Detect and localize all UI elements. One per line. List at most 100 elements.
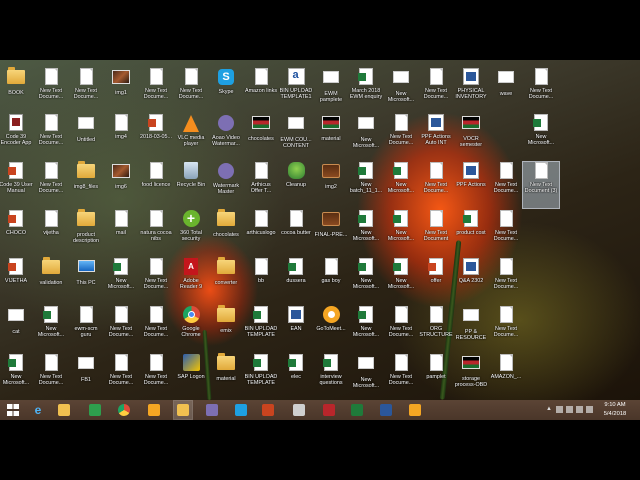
desktop-icon[interactable]: offer xyxy=(418,258,454,304)
desktop-icon[interactable]: New Microsoft... xyxy=(383,68,419,114)
desktop-icon[interactable]: natura cocoa nibs xyxy=(138,210,174,256)
desktop-icon[interactable]: New Microsoft... xyxy=(0,354,34,400)
desktop-icon[interactable]: New Microsoft... xyxy=(348,210,384,256)
desktop-icon[interactable]: product description xyxy=(68,209,104,256)
start-button[interactable] xyxy=(4,401,22,419)
desktop-icon[interactable]: S Skype xyxy=(208,68,244,114)
taskbar-gotomeeting-2[interactable] xyxy=(406,401,424,419)
desktop-icon[interactable]: +360 Total security xyxy=(173,210,209,256)
desktop-icon[interactable]: New Text Docume... xyxy=(103,306,139,352)
desktop-icon[interactable]: New Text Docume... xyxy=(33,114,69,160)
desktop-icon[interactable]: GoToMeet... xyxy=(313,306,349,352)
desktop-icon[interactable]: New Microsoft... xyxy=(383,210,419,256)
desktop-icon[interactable]: New Text Docume... xyxy=(68,68,104,114)
desktop[interactable]: BOOK New Text Docume... New Text Docume...… xyxy=(0,60,640,400)
desktop-icon[interactable]: img1 xyxy=(103,68,139,114)
desktop-icon[interactable]: New Text Docume... xyxy=(523,68,559,114)
desktop-icon[interactable]: New Text Docume... xyxy=(33,162,69,208)
volume-icon[interactable] xyxy=(566,406,573,413)
desktop-icon[interactable]: New Text Docume... xyxy=(488,210,524,256)
desktop-icon[interactable]: PPF Actions Auto INT xyxy=(418,114,454,160)
desktop-icon[interactable]: New batch_11_1... xyxy=(348,162,384,208)
desktop-icon[interactable]: New Text Document xyxy=(418,210,454,256)
desktop-icon[interactable]: Amazon links xyxy=(243,68,279,114)
desktop-icon[interactable]: VOCR semester xyxy=(453,114,489,160)
network-icon[interactable] xyxy=(556,406,563,413)
desktop-icon[interactable]: PP & RESOURCE xyxy=(453,306,489,352)
desktop-icon[interactable]: ORG STRUCTURE xyxy=(418,306,454,352)
desktop-icon[interactable]: New Text Docume... xyxy=(488,306,524,352)
taskbar-chrome[interactable] xyxy=(115,401,133,419)
desktop-icon[interactable]: Aoao Video Watermar... xyxy=(208,114,244,160)
desktop-icon[interactable]: interview questions xyxy=(313,354,349,400)
desktop-icon[interactable]: BOOK xyxy=(0,67,34,114)
desktop-icon[interactable]: New Text Docume... xyxy=(138,306,174,352)
clock-date[interactable]: 5/4/2018 xyxy=(598,411,632,417)
taskbar-skype[interactable] xyxy=(232,401,250,419)
desktop-icon[interactable]: New Text Docume... xyxy=(488,258,524,304)
desktop-icon[interactable]: SAP Logon xyxy=(173,354,209,400)
desktop-icon[interactable]: AMAZON_... xyxy=(488,354,524,400)
desktop-icon[interactable]: New Text Document (3) xyxy=(522,161,560,209)
desktop-icon[interactable]: New Text Docume... xyxy=(138,258,174,304)
desktop-icon[interactable]: VLC media player xyxy=(173,114,209,160)
taskbar-gotomeeting[interactable] xyxy=(145,401,163,419)
desktop-icon[interactable]: Cleanup xyxy=(278,162,314,208)
desktop-icon[interactable]: Watermark Master xyxy=(208,162,244,208)
desktop-icon[interactable]: New Microsoft... xyxy=(348,354,384,400)
taskbar-file-explorer[interactable] xyxy=(55,401,73,419)
battery-icon[interactable] xyxy=(586,406,593,413)
desktop-icon[interactable]: img6 xyxy=(103,162,139,208)
taskbar-store[interactable] xyxy=(86,401,104,419)
desktop-icon[interactable]: New Microsoft... xyxy=(348,258,384,304)
desktop-icon[interactable]: New Microsoft... xyxy=(33,306,69,352)
desktop-icon[interactable]: New Text Docume... xyxy=(488,162,524,208)
desktop-icon[interactable]: vijetha xyxy=(33,210,69,256)
desktop-icon[interactable]: New Text Docume... xyxy=(383,306,419,352)
desktop-icon[interactable]: New Text Docume... xyxy=(383,354,419,400)
desktop-icon[interactable]: EWM COU... CONTENT xyxy=(278,114,314,160)
desktop-icon[interactable]: cocoa butter xyxy=(278,210,314,256)
desktop-icon[interactable]: New Text Docume... xyxy=(418,68,454,114)
desktop-icon[interactable]: elec xyxy=(278,354,314,400)
desktop-icon[interactable]: cat xyxy=(0,306,34,352)
clock-time[interactable]: 9:10 AM xyxy=(598,402,632,408)
desktop-icon[interactable]: chocolates xyxy=(243,114,279,160)
desktop-icon[interactable]: New Text Docume... xyxy=(383,114,419,160)
desktop-icon[interactable]: March 2018 EWM enquiry xyxy=(348,68,384,114)
desktop-icon[interactable]: material xyxy=(208,353,244,400)
taskbar-powerpoint[interactable] xyxy=(259,401,277,419)
desktop-icon[interactable]: Code 39 User Manual xyxy=(0,162,34,208)
desktop-icon[interactable]: New Microsoft... xyxy=(348,306,384,352)
desktop-icon[interactable]: BIN UPLOAD TEMPLATE1 xyxy=(278,68,314,114)
desktop-icon[interactable]: New Text Docume... xyxy=(138,68,174,114)
desktop-icon[interactable]: EWM pamplete xyxy=(313,68,349,114)
desktop-icon[interactable]: 2018-03-05... xyxy=(138,114,174,160)
flag-notification-icon[interactable] xyxy=(576,406,583,413)
taskbar-watermark[interactable] xyxy=(203,401,221,419)
desktop-icon[interactable]: PHYSICAL INVENTORY xyxy=(453,68,489,114)
taskbar-explorer-window[interactable] xyxy=(173,400,193,420)
desktop-icon[interactable]: Untitled xyxy=(68,114,104,160)
taskbar-excel[interactable] xyxy=(348,401,366,419)
desktop-icon[interactable]: New Microsoft... xyxy=(523,114,559,160)
desktop-icon[interactable]: BIN UPLOAD TEMPLATE xyxy=(243,306,279,352)
desktop-icon[interactable]: New Microsoft... xyxy=(348,114,384,160)
desktop-icon[interactable]: FINAL-PRE... xyxy=(313,210,349,256)
desktop-icon[interactable]: New Microsoft... xyxy=(383,162,419,208)
desktop-icon[interactable]: mail xyxy=(103,210,139,256)
desktop-icon[interactable]: This PC xyxy=(68,258,104,304)
desktop-icon[interactable]: PPF Actions xyxy=(453,162,489,208)
desktop-icon[interactable]: BIN UPLOAD TEMPLATE xyxy=(243,354,279,400)
desktop-icon[interactable]: dussera xyxy=(278,258,314,304)
desktop-icon[interactable]: food licence xyxy=(138,162,174,208)
desktop-icon[interactable]: arthicuslogo xyxy=(243,210,279,256)
desktop-icon[interactable]: converter xyxy=(208,257,244,304)
desktop-icon[interactable]: Arthicus Offer T... xyxy=(243,162,279,208)
desktop-icon[interactable]: Q&A 2302 xyxy=(453,258,489,304)
desktop-icon[interactable]: gas boy xyxy=(313,258,349,304)
desktop-icon[interactable]: New Microsoft... xyxy=(383,258,419,304)
desktop-icon[interactable]: New Microsoft... xyxy=(103,258,139,304)
desktop-icon[interactable]: storage process-OBD xyxy=(453,354,489,400)
desktop-icon[interactable]: New Text Docume... xyxy=(103,354,139,400)
